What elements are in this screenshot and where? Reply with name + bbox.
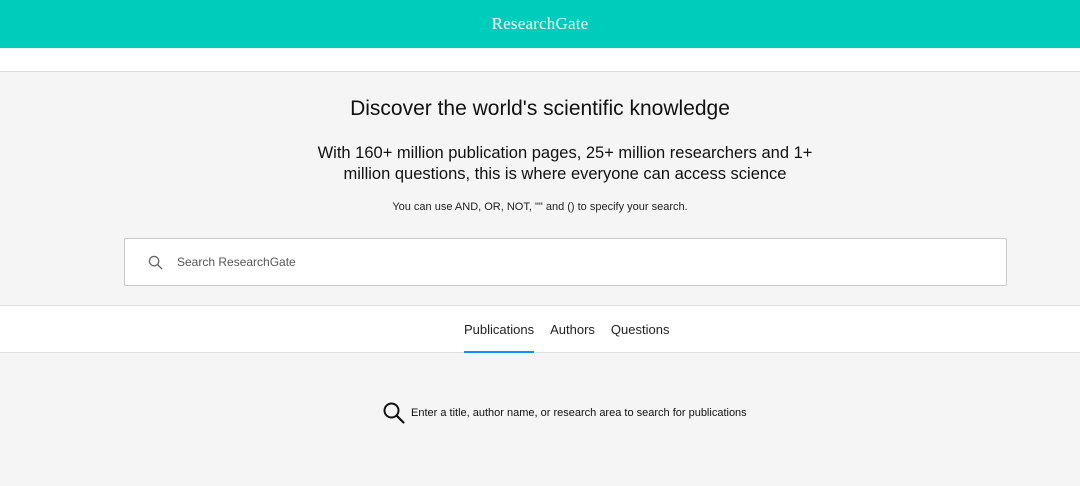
search-icon (382, 401, 406, 425)
tab-publications[interactable]: Publications (464, 306, 535, 353)
hero-section: Discover the world's scientific knowledg… (0, 73, 1080, 305)
page-title: Discover the world's scientific knowledg… (350, 97, 730, 120)
search-box[interactable] (124, 238, 1007, 286)
tab-authors[interactable]: Authors (550, 306, 595, 353)
hero-subtitle-line-1: With 160+ million publication pages, 25+… (317, 144, 813, 162)
tab-questions[interactable]: Questions (611, 306, 670, 353)
search-syntax-hint: You can use AND, OR, NOT, "" and () to s… (392, 201, 688, 213)
brand-logo[interactable]: ResearchGate (492, 14, 589, 34)
top-bar: ResearchGate (0, 0, 1080, 48)
search-icon (125, 239, 165, 285)
tab-bar: Publications Authors Questions (0, 305, 1080, 353)
hero-subtitle-line-2: million questions, this is where everyon… (343, 165, 787, 183)
empty-state: Enter a title, author name, or research … (0, 353, 1080, 486)
empty-state-message: Enter a title, author name, or research … (411, 407, 747, 419)
search-input[interactable] (177, 255, 977, 269)
hero-subtitle: With 160+ million publication pages, 25+… (290, 143, 840, 185)
header-strip (0, 48, 1080, 72)
empty-state-row: Enter a title, author name, or research … (382, 401, 747, 425)
search-tabs: Publications Authors Questions (464, 306, 685, 353)
